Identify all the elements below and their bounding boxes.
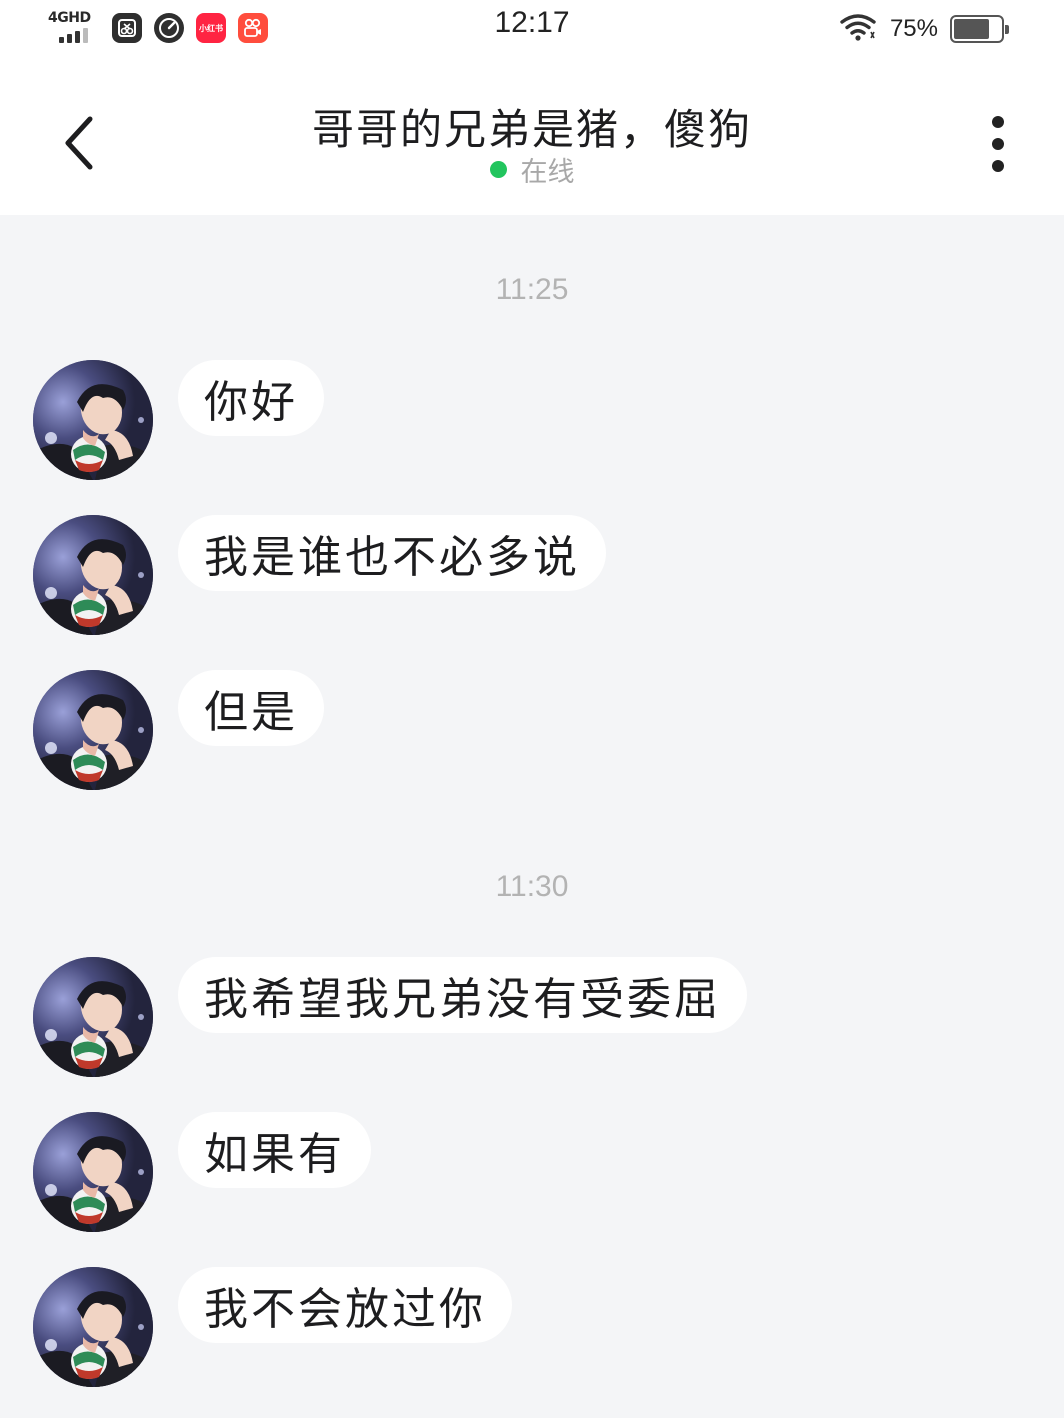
online-dot-icon bbox=[489, 161, 507, 178]
avatar[interactable] bbox=[33, 360, 153, 480]
more-options-button[interactable] bbox=[976, 116, 1020, 172]
avatar[interactable] bbox=[33, 515, 153, 635]
online-status: 在线 bbox=[0, 150, 1064, 189]
dot bbox=[992, 138, 1004, 150]
battery-fill bbox=[954, 19, 989, 39]
message-bubble[interactable]: 我不会放过你 bbox=[178, 1267, 512, 1343]
chat-header: 哥哥的兄弟是猪，傻狗 在线 bbox=[0, 58, 1064, 215]
timestamp: 11:30 bbox=[495, 870, 569, 903]
message-bubble[interactable]: 你好 bbox=[178, 360, 324, 436]
status-bar: 4GHD 小红书 12:17 75% bbox=[0, 0, 1064, 58]
message-row: 但是 bbox=[33, 670, 324, 790]
message-row: 我希望我兄弟没有受委屈 bbox=[33, 957, 747, 1077]
battery-percent: 75% bbox=[889, 15, 938, 42]
page-title: 哥哥的兄弟是猪，傻狗 bbox=[311, 105, 752, 154]
avatar[interactable] bbox=[33, 957, 153, 1077]
avatar[interactable] bbox=[33, 670, 153, 790]
message-bubble[interactable]: 我是谁也不必多说 bbox=[178, 515, 606, 591]
avatar[interactable] bbox=[33, 1267, 153, 1387]
dot bbox=[992, 116, 1004, 128]
message-row: 如果有 bbox=[33, 1112, 371, 1232]
message-bubble[interactable]: 如果有 bbox=[178, 1112, 371, 1188]
battery-icon bbox=[950, 15, 1009, 43]
wifi-icon bbox=[838, 12, 878, 46]
online-status-label: 在线 bbox=[520, 157, 575, 188]
avatar[interactable] bbox=[33, 1112, 153, 1232]
dot bbox=[992, 160, 1004, 172]
message-row: 我不会放过你 bbox=[33, 1267, 512, 1387]
message-bubble[interactable]: 但是 bbox=[178, 670, 324, 746]
message-bubble[interactable]: 我希望我兄弟没有受委屈 bbox=[178, 957, 747, 1033]
timestamp: 11:25 bbox=[495, 273, 569, 306]
status-right: 75% bbox=[838, 12, 1009, 46]
chat-area[interactable]: 11:25 你好 我是谁也不必多说 但是 11:30 我希望我兄弟没有受委屈 如… bbox=[0, 215, 1064, 1418]
message-row: 你好 bbox=[33, 360, 324, 480]
message-row: 我是谁也不必多说 bbox=[33, 515, 606, 635]
